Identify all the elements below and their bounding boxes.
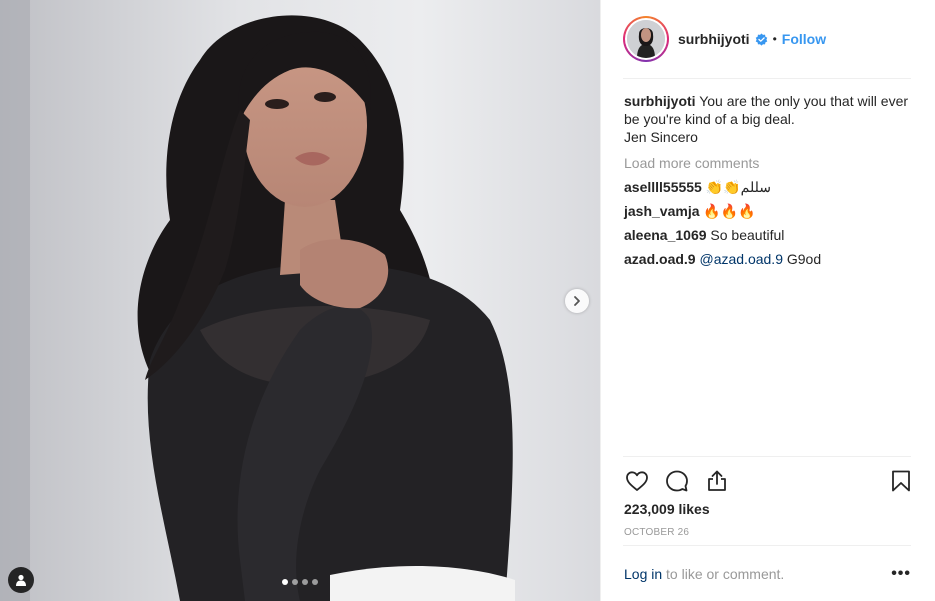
caption-text-line2: Jen Sincero bbox=[624, 129, 698, 145]
share-icon bbox=[708, 470, 726, 491]
user-tag-icon bbox=[16, 574, 26, 586]
avatar-frame bbox=[625, 18, 667, 60]
like-button[interactable] bbox=[623, 467, 651, 495]
carousel-dot bbox=[312, 579, 318, 585]
tagged-users-button[interactable] bbox=[8, 567, 34, 593]
username-link[interactable]: surbhijyoti bbox=[678, 31, 750, 47]
comment-text: 🔥🔥🔥 bbox=[703, 203, 756, 219]
login-link[interactable]: Log in bbox=[624, 566, 662, 582]
bookmark-icon bbox=[892, 470, 910, 492]
carousel-dot bbox=[292, 579, 298, 585]
header-separator: • bbox=[772, 32, 777, 46]
story-ring[interactable] bbox=[623, 16, 669, 62]
login-prompt-text: to like or comment. bbox=[662, 566, 785, 582]
divider bbox=[623, 545, 911, 546]
follow-button[interactable]: Follow bbox=[782, 31, 826, 47]
carousel-dot bbox=[302, 579, 308, 585]
login-prompt: Log in to like or comment. bbox=[624, 566, 916, 582]
comment-username[interactable]: aleena_1069 bbox=[624, 227, 707, 243]
avatar bbox=[627, 20, 665, 58]
avatar-image bbox=[627, 20, 665, 58]
comment-item: azad.oad.9 @azad.oad.9 G9od bbox=[624, 250, 914, 268]
comment-item: aleena_1069 So beautiful bbox=[624, 226, 914, 244]
comments-section: surbhijyoti You are the only you that wi… bbox=[624, 92, 914, 268]
carousel-dot bbox=[282, 579, 288, 585]
more-options-button[interactable]: ••• bbox=[891, 565, 911, 583]
instagram-post: surbhijyoti • Follow surbhijyoti You are… bbox=[0, 0, 935, 601]
comment-button[interactable] bbox=[663, 467, 691, 495]
share-button[interactable] bbox=[703, 467, 731, 495]
post-photo bbox=[0, 0, 600, 601]
comment-username[interactable]: asellll55555 bbox=[624, 179, 702, 195]
post-caption: surbhijyoti You are the only you that wi… bbox=[624, 92, 914, 146]
comment-text: G9od bbox=[786, 251, 822, 267]
load-more-comments-button[interactable]: Load more comments bbox=[624, 154, 914, 172]
post-actions bbox=[623, 466, 915, 496]
post-header: surbhijyoti • Follow bbox=[601, 0, 935, 78]
heart-icon bbox=[626, 471, 648, 491]
divider bbox=[623, 456, 911, 457]
chevron-right-icon bbox=[574, 296, 580, 306]
post-media[interactable] bbox=[0, 0, 600, 601]
comment-username[interactable]: azad.oad.9 bbox=[624, 251, 696, 267]
post-side-panel: surbhijyoti • Follow surbhijyoti You are… bbox=[600, 0, 935, 601]
caption-username[interactable]: surbhijyoti bbox=[624, 93, 696, 109]
comment-username[interactable]: jash_vamja bbox=[624, 203, 700, 219]
verified-badge-icon bbox=[755, 32, 768, 46]
comment-item: asellll55555 👏👏سللم bbox=[624, 178, 914, 196]
carousel-next-button[interactable] bbox=[565, 289, 589, 313]
divider bbox=[623, 78, 911, 79]
carousel-indicator bbox=[282, 579, 318, 585]
post-date[interactable]: OCTOBER 26 bbox=[624, 527, 689, 538]
comment-mention-link[interactable]: @azad.oad.9 bbox=[699, 251, 783, 267]
comment-item: jash_vamja 🔥🔥🔥 bbox=[624, 202, 914, 220]
comment-text: 👏👏سللم bbox=[705, 179, 771, 195]
save-button[interactable] bbox=[887, 467, 915, 495]
comment-icon bbox=[666, 470, 688, 492]
likes-count[interactable]: 223,009 likes bbox=[624, 501, 710, 517]
comment-text: So beautiful bbox=[710, 227, 785, 243]
